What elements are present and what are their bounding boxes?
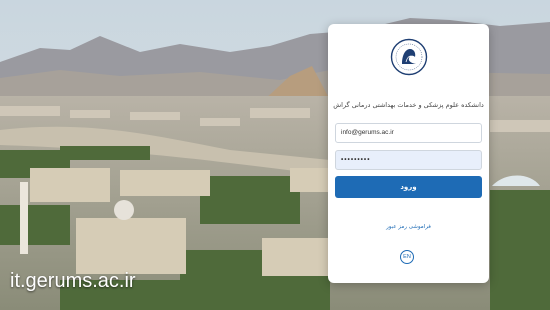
email-field[interactable]: info@gerums.ac.ir [335,123,482,143]
login-button[interactable]: ورود [335,176,482,198]
forgot-password-link[interactable]: فراموشی رمز عبور [328,224,489,230]
website-url-caption: it.gerums.ac.ir [10,270,136,292]
login-card: دانشکده علوم پزشکی و خدمات بهداشتی درمان… [328,24,489,283]
language-toggle-button[interactable]: EN [400,250,414,264]
password-field[interactable]: ••••••••• [335,150,482,170]
university-title: دانشکده علوم پزشکی و خدمات بهداشتی درمان… [333,101,484,109]
university-logo [390,38,428,76]
